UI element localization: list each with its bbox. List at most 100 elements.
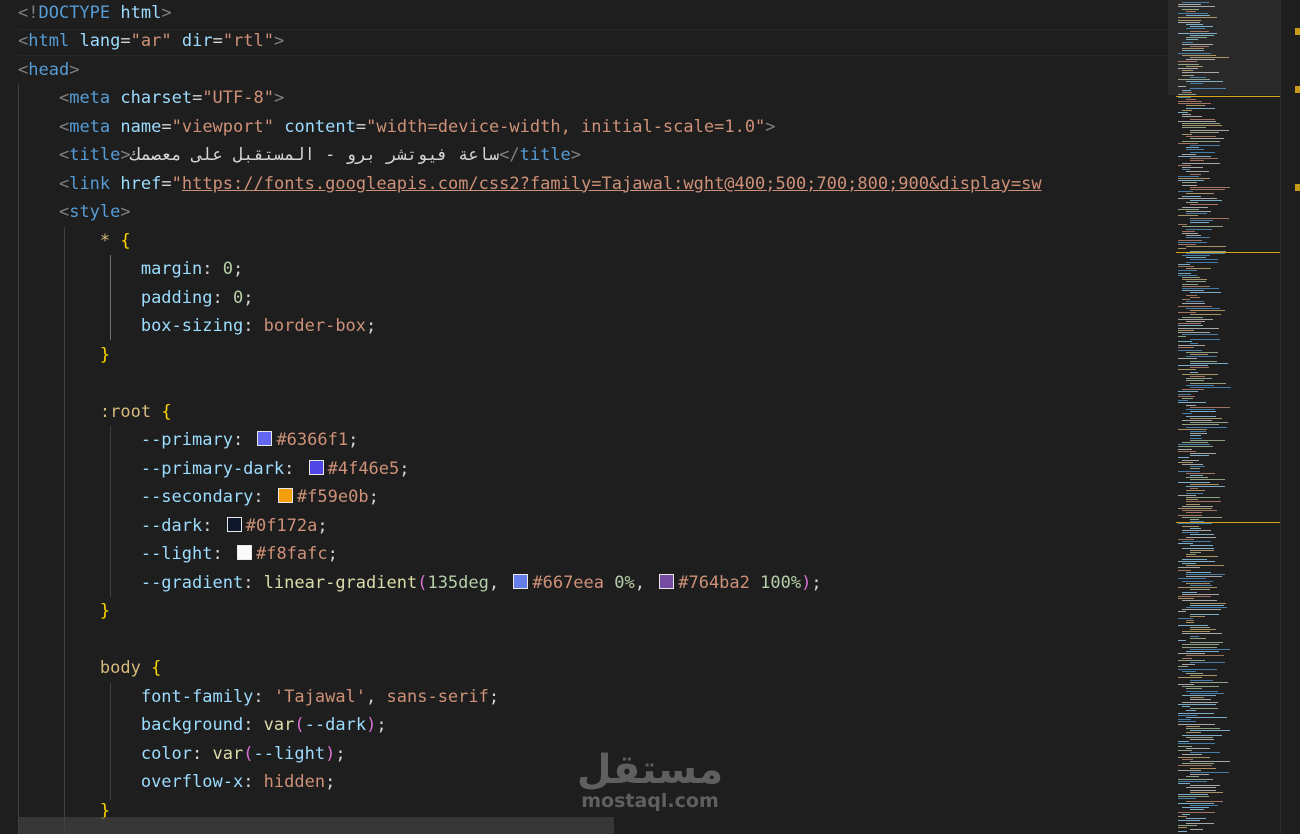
code-editor[interactable]: <!DOCTYPE html> <html lang="ar" dir="rtl"… <box>0 0 1168 834</box>
minimap-code-line <box>1178 659 1205 661</box>
minimap-code-line <box>1178 446 1213 448</box>
minimap-code-line <box>1178 332 1210 333</box>
minimap-code-line <box>1190 761 1230 762</box>
minimap-code-line <box>1186 536 1216 538</box>
minimap-code-line <box>1182 734 1222 736</box>
code-token: > <box>120 145 131 165</box>
color-swatch[interactable] <box>277 488 293 503</box>
minimap-code-line <box>1178 508 1212 509</box>
minimap-code-line <box>1190 488 1198 490</box>
minimap-code-line <box>1186 257 1206 259</box>
minimap-code-line <box>1190 708 1218 710</box>
minimap-code-line <box>1182 580 1213 582</box>
horizontal-scrollbar-thumb[interactable] <box>18 817 614 834</box>
minimap-code-line <box>1182 303 1205 305</box>
minimap-code-line <box>1178 596 1211 597</box>
color-swatch[interactable] <box>659 573 675 589</box>
minimap-code-line <box>1186 404 1196 406</box>
minimap-code-line <box>1186 690 1218 692</box>
minimap-code-line <box>1178 266 1194 267</box>
minimap-code-line <box>1186 673 1203 674</box>
minimap-code-line <box>1182 510 1217 512</box>
minimap-code-line <box>1182 48 1204 50</box>
minimap-code-line <box>1190 433 1207 435</box>
minimap-code-line <box>1190 26 1213 28</box>
minimap-code-line <box>1182 547 1214 549</box>
minimap-code-line <box>1178 270 1197 272</box>
minimap-code-line <box>1178 569 1191 571</box>
code-token: > <box>570 145 582 165</box>
minimap-code-line <box>1178 743 1215 745</box>
minimap-code-line <box>1190 791 1223 793</box>
minimap-code-line <box>1178 481 1210 483</box>
minimap-code-line <box>1182 424 1219 426</box>
minimap-code-line <box>1186 426 1227 428</box>
minimap-code-line <box>1178 79 1210 80</box>
minimap-code-line <box>1186 574 1225 575</box>
minimap[interactable] <box>1168 0 1280 834</box>
minimap-code-line <box>1186 503 1200 505</box>
code-token: } <box>99 344 111 365</box>
code-token: #764ba2 <box>678 572 750 593</box>
minimap-code-line <box>1190 613 1219 615</box>
minimap-code-line <box>1190 422 1228 424</box>
code-token: box-sizing <box>140 316 244 336</box>
minimap-code-line <box>1186 571 1211 573</box>
color-swatch[interactable] <box>236 545 252 560</box>
minimap-code-line <box>1190 604 1224 606</box>
code-token: ; <box>366 316 377 336</box>
minimap-code-line <box>1186 728 1220 729</box>
minimap-code-line <box>1178 369 1196 371</box>
minimap-code-line <box>1190 219 1213 221</box>
minimap-code-line <box>1190 371 1198 373</box>
minimap-code-line <box>1178 560 1215 562</box>
code-token: style <box>69 202 121 222</box>
minimap-code-line <box>1182 633 1222 635</box>
minimap-code-line <box>1178 197 1217 199</box>
minimap-code-line <box>1182 43 1213 45</box>
minimap-code-line <box>1186 235 1201 237</box>
minimap-code-line <box>1190 83 1203 85</box>
vertical-scrollbar[interactable] <box>1280 0 1300 834</box>
minimap-code-line <box>1182 646 1217 648</box>
scrollbar-marker <box>1295 28 1300 35</box>
minimap-code-line <box>1186 492 1203 494</box>
minimap-code-line <box>1182 74 1194 76</box>
color-swatch[interactable] <box>257 431 273 446</box>
minimap-code-line <box>1190 455 1209 457</box>
minimap-code-line <box>1178 400 1188 402</box>
minimap-code-line <box>1182 116 1202 118</box>
minimap-code-line <box>1186 554 1196 556</box>
minimap-code-line <box>1178 13 1208 14</box>
minimap-code-line <box>1178 578 1206 580</box>
color-swatch[interactable] <box>308 459 324 475</box>
code-token: padding <box>140 287 213 308</box>
minimap-code-line <box>1186 37 1207 39</box>
color-swatch[interactable] <box>226 516 242 532</box>
minimap-code-line <box>1178 208 1199 210</box>
minimap-code-line <box>1190 118 1215 120</box>
code-token: "viewport" <box>171 116 274 137</box>
minimap-code-line <box>1190 629 1216 630</box>
minimap-code-line <box>1190 129 1229 131</box>
code-token: title <box>69 145 121 165</box>
minimap-code-line <box>1186 10 1196 12</box>
color-swatch[interactable] <box>513 573 529 589</box>
minimap-highlight-mark <box>1176 252 1280 253</box>
minimap-code-line <box>1178 318 1213 320</box>
minimap-code-line <box>1182 50 1204 52</box>
code-token: > <box>274 31 285 51</box>
minimap-code-line <box>1190 789 1216 791</box>
code-token: < <box>58 88 70 108</box>
code-token: <! <box>18 2 39 23</box>
minimap-code-line <box>1178 312 1196 314</box>
minimap-code-line <box>1178 587 1217 589</box>
minimap-code-line <box>1186 576 1222 578</box>
code-token: font-family <box>140 686 254 707</box>
code-token: < <box>58 116 70 137</box>
minimap-code-line <box>1178 543 1193 545</box>
minimap-code-line <box>1190 189 1225 190</box>
minimap-code-line <box>1178 358 1197 360</box>
